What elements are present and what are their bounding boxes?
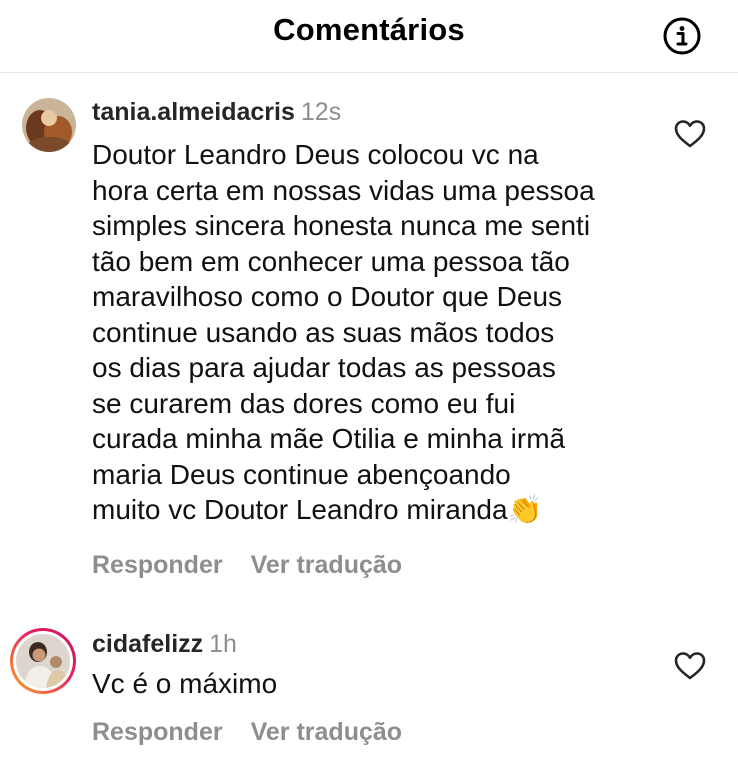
- reply-button[interactable]: Responder: [92, 718, 223, 746]
- timestamp: 1h: [209, 630, 237, 658]
- translate-button[interactable]: Ver tradução: [251, 718, 402, 746]
- clapping-hands-emoji: 👏: [507, 494, 543, 525]
- header-bar: Comentários: [0, 0, 738, 73]
- comment-meta: tania.almeidacris 12s: [92, 97, 662, 127]
- page-title: Comentários: [273, 12, 465, 47]
- timestamp: 12s: [300, 98, 342, 126]
- comment-text: Doutor Leandro Deus colocou vc na hora c…: [92, 137, 662, 528]
- avatar[interactable]: [22, 98, 76, 152]
- comment-actions: Responder Ver tradução: [92, 551, 662, 580]
- like-heart-icon[interactable]: [673, 119, 707, 149]
- comment-meta: cidafelizz 1h: [92, 629, 662, 659]
- avatar-story-ring[interactable]: [10, 628, 76, 694]
- comment-text-content: Doutor Leandro Deus colocou vc na hora c…: [92, 139, 595, 525]
- avatar: [16, 634, 70, 688]
- comment-actions: Responder Ver tradução: [92, 718, 662, 747]
- username[interactable]: tania.almeidacris: [92, 98, 295, 126]
- reply-button[interactable]: Responder: [92, 551, 223, 579]
- like-heart-icon[interactable]: [673, 651, 707, 681]
- comment-text: Vc é o máximo: [92, 668, 278, 699]
- username[interactable]: cidafelizz: [92, 630, 203, 658]
- info-icon[interactable]: [662, 16, 702, 56]
- translate-button[interactable]: Ver tradução: [251, 551, 402, 579]
